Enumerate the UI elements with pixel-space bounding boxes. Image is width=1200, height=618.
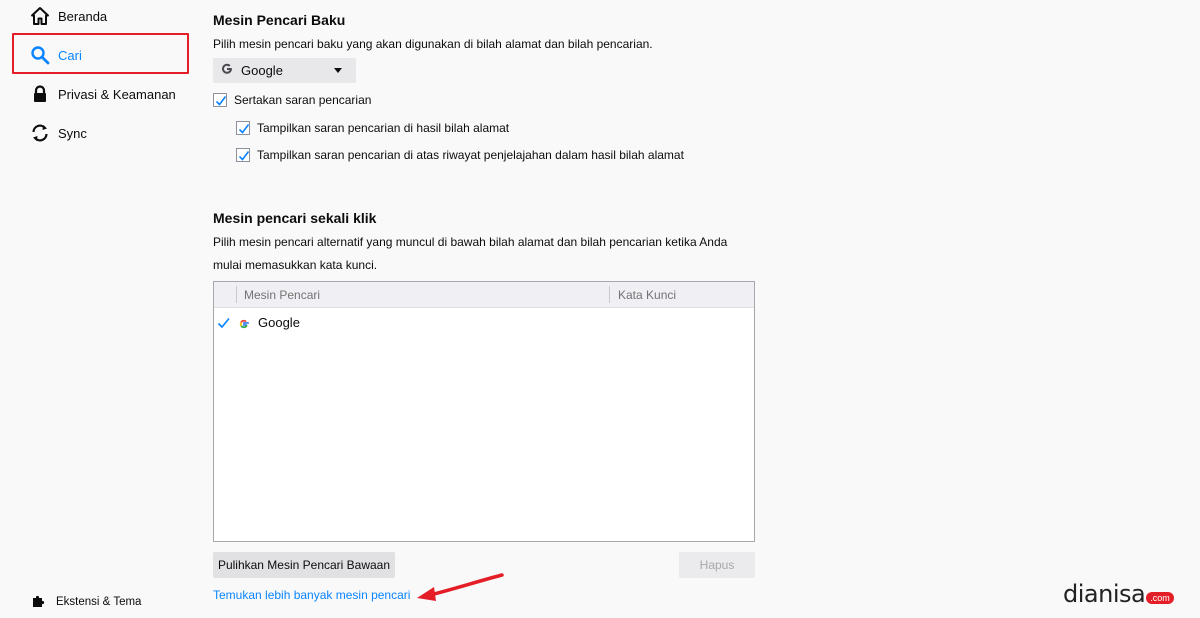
- checkbox-label: Tampilkan saran pencarian di hasil bilah…: [257, 121, 510, 135]
- chevron-down-icon: [334, 68, 342, 73]
- watermark-text: dianisa: [1063, 580, 1146, 608]
- watermark-suffix: .com: [1146, 592, 1174, 604]
- dropdown-selected-value: Google: [241, 63, 283, 78]
- default-engine-dropdown[interactable]: Google: [213, 58, 356, 83]
- sidebar-item-sync[interactable]: Sync: [30, 115, 87, 151]
- checkbox-row-show-above-history[interactable]: Tampilkan saran pencarian di atas riwaya…: [236, 148, 684, 162]
- remove-button[interactable]: Hapus: [679, 552, 755, 578]
- home-icon: [30, 6, 50, 26]
- column-separator: [236, 286, 237, 303]
- column-header-keyword[interactable]: Kata Kunci: [618, 282, 676, 307]
- sidebar-item-label: Sync: [58, 125, 87, 141]
- column-separator: [609, 286, 610, 303]
- google-icon: [221, 63, 233, 78]
- table-row[interactable]: Google: [214, 313, 754, 335]
- sidebar-item-beranda[interactable]: Beranda: [30, 0, 107, 34]
- sidebar-item-ekstensi[interactable]: Ekstensi & Tema: [32, 590, 141, 614]
- one-click-description-line2: mulai memasukkan kata kunci.: [213, 258, 378, 272]
- check-icon[interactable]: [217, 316, 231, 333]
- default-engine-description: Pilih mesin pencari baku yang akan digun…: [213, 37, 653, 51]
- checkbox[interactable]: [213, 93, 227, 107]
- sidebar-item-privasi[interactable]: Privasi & Keamanan: [30, 76, 176, 112]
- watermark-logo: dianisa .com: [1063, 580, 1174, 608]
- checkbox[interactable]: [236, 148, 250, 162]
- lock-icon: [30, 84, 50, 104]
- checkbox-label: Tampilkan saran pencarian di atas riwaya…: [257, 148, 684, 162]
- sidebar-item-label: Cari: [58, 47, 82, 63]
- checkbox-row-show-in-address-bar[interactable]: Tampilkan saran pencarian di hasil bilah…: [236, 121, 509, 135]
- google-icon: [238, 318, 250, 333]
- sidebar-item-label: Privasi & Keamanan: [58, 86, 176, 102]
- search-icon: [30, 45, 50, 65]
- section-heading-one-click: Mesin pencari sekali klik: [213, 210, 377, 226]
- sidebar-item-label: Beranda: [58, 8, 108, 24]
- engine-name: Google: [258, 315, 300, 330]
- sidebar: Beranda Cari Privasi & Keamanan Sync Eks…: [0, 0, 200, 618]
- checkbox-row-include-suggestions[interactable]: Sertakan saran pencarian: [213, 93, 371, 107]
- table-header: Mesin Pencari Kata Kunci: [214, 282, 754, 308]
- one-click-engines-table: Mesin Pencari Kata Kunci Google: [213, 281, 755, 542]
- checkbox[interactable]: [236, 121, 250, 135]
- sidebar-item-label: Ekstensi & Tema: [56, 596, 142, 608]
- puzzle-icon: [32, 594, 46, 611]
- sidebar-item-cari[interactable]: Cari: [30, 37, 82, 73]
- one-click-description-line1: Pilih mesin pencari alternatif yang munc…: [213, 235, 728, 249]
- arrow-annotation-icon: [417, 573, 504, 601]
- restore-defaults-button[interactable]: Pulihkan Mesin Pencari Bawaan: [213, 552, 395, 578]
- column-header-engine[interactable]: Mesin Pencari: [244, 282, 320, 307]
- checkbox-label: Sertakan saran pencarian: [234, 93, 372, 107]
- sync-icon: [30, 123, 50, 143]
- section-heading-default-engine: Mesin Pencari Baku: [213, 12, 346, 28]
- find-more-engines-link[interactable]: Temukan lebih banyak mesin pencari: [213, 588, 410, 602]
